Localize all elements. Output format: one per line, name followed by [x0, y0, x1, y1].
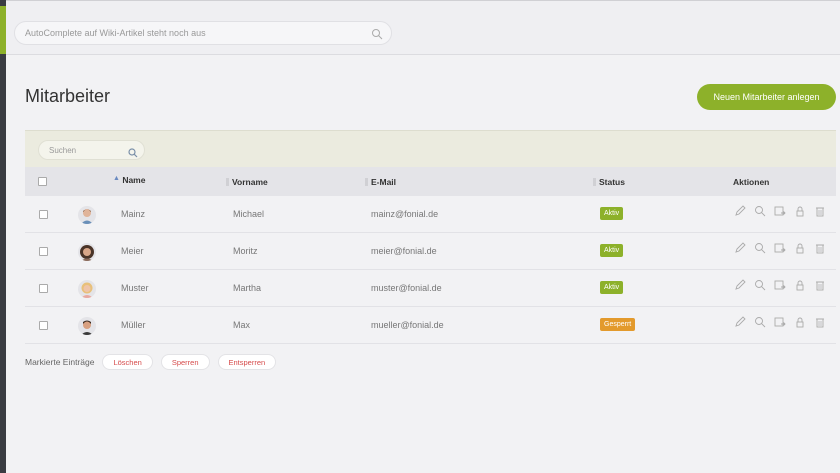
trash-icon[interactable] [814, 279, 826, 291]
add-employee-button[interactable]: Neuen Mitarbeiter anlegen [697, 84, 836, 110]
table-search-input[interactable] [49, 144, 119, 157]
search-icon[interactable] [754, 205, 766, 217]
cell-email: mueller@fonial.de [371, 320, 444, 330]
avatar [78, 206, 96, 224]
employee-table: ▲ Name Vorname E-Mail Status Aktionen Ma… [25, 167, 836, 344]
search-icon[interactable] [754, 242, 766, 254]
table-row[interactable]: Muster Martha muster@fonial.de Aktiv [25, 270, 836, 307]
lock-icon[interactable] [794, 242, 806, 254]
table-row[interactable]: Mainz Michael mainz@fonial.de Aktiv [25, 196, 836, 233]
status-badge: Aktiv [600, 281, 624, 294]
global-search[interactable] [14, 21, 392, 45]
table-header: ▲ Name Vorname E-Mail Status Aktionen [25, 167, 836, 196]
cell-name: Mainz [121, 209, 146, 219]
header-actions: Aktionen [733, 177, 770, 187]
avatar [78, 280, 96, 298]
avatar [78, 317, 96, 335]
left-sidebar-strip [0, 0, 6, 473]
sort-asc-icon: ▲ [113, 175, 120, 182]
edit-icon[interactable] [734, 205, 746, 217]
edit-icon[interactable] [734, 316, 746, 328]
row-actions [734, 242, 826, 254]
sort-name-header[interactable]: ▲ Name [113, 175, 145, 185]
edit-icon[interactable] [734, 279, 746, 291]
header-vorname-cell[interactable]: Vorname [226, 177, 268, 187]
trash-icon[interactable] [814, 205, 826, 217]
block-button[interactable]: Sperren [160, 354, 210, 370]
delete-button[interactable]: Löschen [102, 354, 153, 370]
header-status-cell[interactable]: Status [593, 177, 625, 187]
bulk-actions-label: Markierte Einträge [25, 357, 95, 367]
filter-bar [25, 130, 836, 167]
unblock-button[interactable]: Entsperren [217, 354, 277, 370]
cell-email: muster@fonial.de [371, 283, 442, 293]
edit-icon[interactable] [734, 242, 746, 254]
search-icon[interactable] [754, 279, 766, 291]
header-name[interactable]: Name [122, 175, 145, 185]
cell-name: Müller [121, 320, 146, 330]
row-actions [734, 205, 826, 217]
search-icon[interactable] [371, 27, 383, 40]
status-badge: Aktiv [600, 207, 624, 220]
forward-icon[interactable] [774, 205, 786, 217]
forward-icon[interactable] [774, 242, 786, 254]
global-search-input[interactable] [25, 25, 355, 41]
cell-vorname: Martha [233, 283, 262, 293]
search-icon[interactable] [754, 316, 766, 328]
row-checkbox[interactable] [39, 247, 48, 256]
cell-name: Muster [121, 283, 149, 293]
sort-icon [226, 178, 229, 186]
table-row[interactable]: Meier Moritz meier@fonial.de Aktiv [25, 233, 836, 270]
header-email[interactable]: E-Mail [371, 177, 396, 187]
sort-icon [365, 178, 368, 186]
forward-icon[interactable] [774, 279, 786, 291]
row-actions [734, 316, 826, 328]
table-row[interactable]: Müller Max mueller@fonial.de Gesperrt [25, 307, 836, 344]
cell-email: meier@fonial.de [371, 246, 437, 256]
table-search[interactable] [38, 140, 145, 160]
lock-icon[interactable] [794, 316, 806, 328]
row-checkbox[interactable] [39, 321, 48, 330]
cell-vorname: Michael [233, 209, 265, 219]
row-checkbox[interactable] [39, 210, 48, 219]
row-checkbox[interactable] [39, 284, 48, 293]
status-badge: Aktiv [600, 244, 624, 257]
cell-vorname: Moritz [233, 246, 258, 256]
header-status[interactable]: Status [599, 177, 625, 187]
page-title: Mitarbeiter [25, 86, 111, 106]
lock-icon[interactable] [794, 279, 806, 291]
header-vorname[interactable]: Vorname [232, 177, 268, 187]
cell-vorname: Max [233, 320, 251, 330]
search-icon[interactable] [128, 145, 138, 158]
avatar [78, 243, 96, 261]
bulk-actions: Markierte Einträge Löschen Sperren Entsp… [25, 352, 277, 372]
cell-name: Meier [121, 246, 144, 256]
header-email-cell[interactable]: E-Mail [365, 177, 396, 187]
row-actions [734, 279, 826, 291]
forward-icon[interactable] [774, 316, 786, 328]
sort-icon [593, 178, 596, 186]
cell-email: mainz@fonial.de [371, 209, 439, 219]
lock-icon[interactable] [794, 205, 806, 217]
status-badge: Gesperrt [600, 318, 636, 331]
select-all-checkbox[interactable] [38, 177, 47, 186]
top-bar [6, 0, 840, 55]
trash-icon[interactable] [814, 242, 826, 254]
trash-icon[interactable] [814, 316, 826, 328]
